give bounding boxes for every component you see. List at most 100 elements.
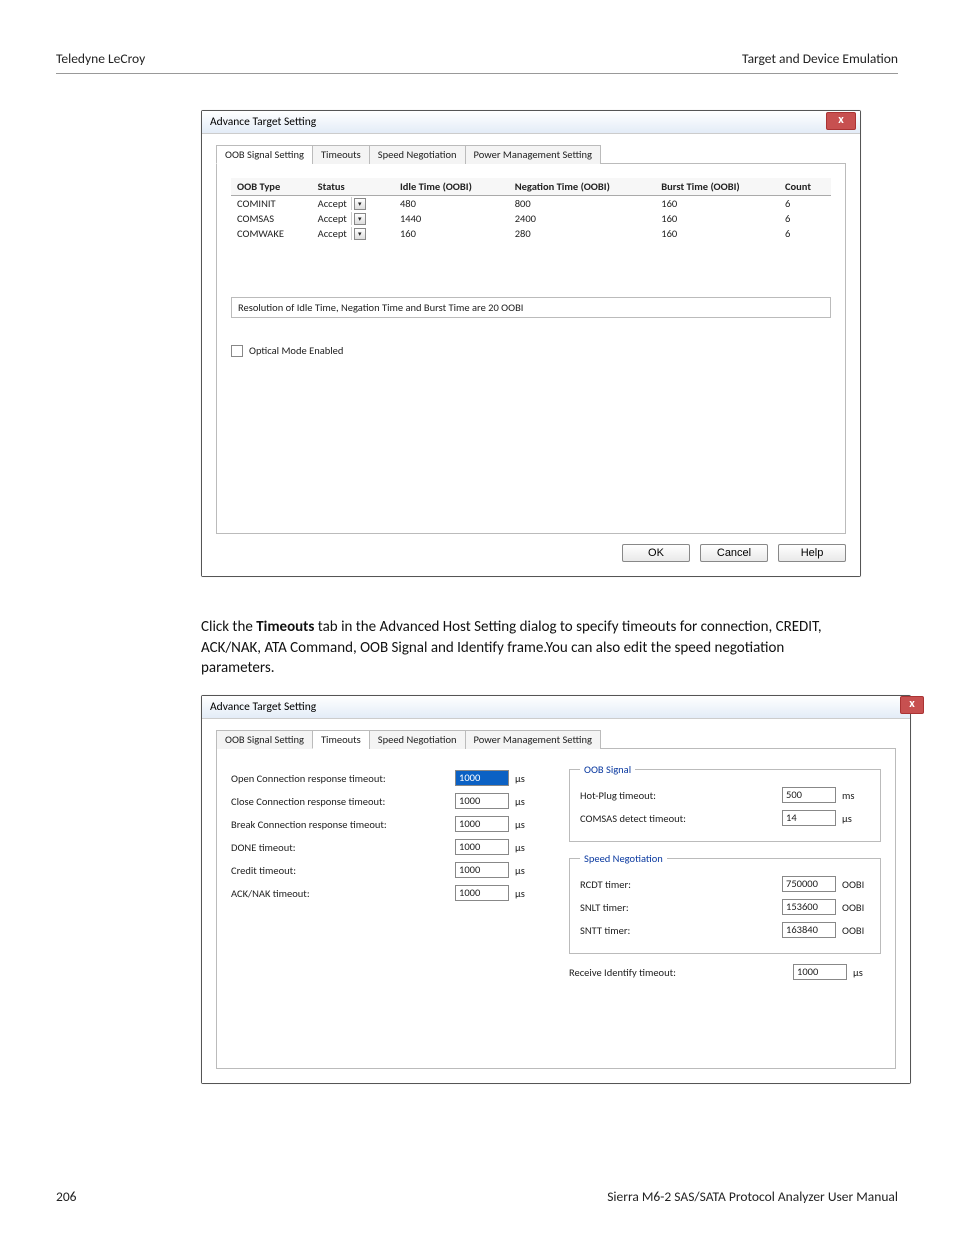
unit-label: ms [836,789,870,802]
chevron-down-icon[interactable]: ▾ [354,198,366,210]
titlebar: Advance Target Setting x [202,111,860,134]
ack-nak-timeout-input[interactable]: 1000 [455,885,509,901]
field-label: Close Connection response timeout: [231,795,455,808]
field-label: Break Connection response timeout: [231,818,455,831]
receive-identify-timeout-input[interactable]: 1000 [793,964,847,980]
field-label: DONE timeout: [231,841,455,854]
col-negation-time: Negation Time (OOBI) [509,178,656,196]
close-connection-timeout-input[interactable]: 1000 [455,793,509,809]
optical-mode-checkbox[interactable] [231,345,243,357]
field-label: SNLT timer: [580,901,782,914]
cell-count[interactable]: 6 [779,196,831,212]
table-row: COMINIT Accept ▾ 480 800 160 6 [231,196,831,212]
field-label: SNTT timer: [580,924,782,937]
col-idle-time: Idle Time (OOBI) [394,178,509,196]
break-connection-timeout-input[interactable]: 1000 [455,816,509,832]
titlebar: Advance Target Setting x [202,696,910,719]
tab-speed-negotiation[interactable]: Speed Negotiation [369,730,466,749]
field-label: Hot-Plug timeout: [580,789,782,802]
field-label: ACK/NAK timeout: [231,887,455,900]
status-select[interactable]: Accept ▾ [318,212,388,225]
page-number: 206 [56,1188,77,1205]
cell-burst[interactable]: 160 [655,196,779,212]
col-status: Status [312,178,394,196]
cell-burst[interactable]: 160 [655,226,779,241]
tabs: OOB Signal Setting Timeouts Speed Negoti… [216,729,896,749]
cell-idle[interactable]: 1440 [394,211,509,226]
cell-count[interactable]: 6 [779,226,831,241]
tab-power-management-setting[interactable]: Power Management Setting [465,730,601,749]
field-label: Open Connection response timeout: [231,772,455,785]
comsas-detect-timeout-input[interactable]: 14 [782,810,836,826]
cell-idle[interactable]: 480 [394,196,509,212]
cell-negation[interactable]: 2400 [509,211,656,226]
chevron-down-icon[interactable]: ▾ [354,228,366,240]
ok-button[interactable]: OK [622,544,690,562]
col-oob-type: OOB Type [231,178,312,196]
sntt-timer-input[interactable]: 163840 [782,922,836,938]
cancel-button[interactable]: Cancel [700,544,768,562]
cell-negation[interactable]: 800 [509,196,656,212]
dialog-title: Advance Target Setting [210,700,316,714]
cell-burst[interactable]: 160 [655,211,779,226]
unit-label: µs [836,812,870,825]
field-label: Credit timeout: [231,864,455,877]
cell-count[interactable]: 6 [779,211,831,226]
optical-mode-label: Optical Mode Enabled [249,344,343,357]
status-select[interactable]: Accept ▾ [318,227,388,240]
group-speed-negotiation: Speed Negotiation RCDT timer: 750000 OOB… [569,852,881,954]
tab-timeouts[interactable]: Timeouts [312,730,370,749]
body-paragraph: Click the Timeouts tab in the Advanced H… [201,617,861,679]
close-icon[interactable]: x [826,112,856,130]
tab-oob-signal-setting[interactable]: OOB Signal Setting [216,730,313,749]
unit-label: µs [509,795,543,808]
unit-label: OOBI [836,901,870,914]
cell-negation[interactable]: 280 [509,226,656,241]
close-icon[interactable]: x [900,696,924,714]
tabs: OOB Signal Setting Timeouts Speed Negoti… [216,144,846,164]
dialog-advance-target-setting-1: Advance Target Setting x OOB Signal Sett… [201,110,861,577]
group-legend: Speed Negotiation [580,852,667,865]
unit-label: µs [509,772,543,785]
hot-plug-timeout-input[interactable]: 500 [782,787,836,803]
col-count: Count [779,178,831,196]
credit-timeout-input[interactable]: 1000 [455,862,509,878]
unit-label: OOBI [836,878,870,891]
field-label: RCDT timer: [580,878,782,891]
cell-type: COMSAS [231,211,312,226]
tab-power-management-setting[interactable]: Power Management Setting [465,145,601,164]
unit-label: µs [509,818,543,831]
unit-label: OOBI [836,924,870,937]
tab-timeouts[interactable]: Timeouts [312,145,370,164]
unit-label: µs [847,966,881,979]
cell-type: COMINIT [231,196,312,212]
tab-speed-negotiation[interactable]: Speed Negotiation [369,145,466,164]
status-select[interactable]: Accept ▾ [318,197,388,210]
chevron-down-icon[interactable]: ▾ [354,213,366,225]
header-rule [56,73,898,74]
left-column: Open Connection response timeout: 1000 µ… [231,763,543,987]
table-row: COMWAKE Accept ▾ 160 280 160 6 [231,226,831,241]
cell-idle[interactable]: 160 [394,226,509,241]
right-column: OOB Signal Hot-Plug timeout: 500 ms COMS… [569,763,881,987]
field-label: Receive Identify timeout: [569,966,793,979]
resolution-note: Resolution of Idle Time, Negation Time a… [231,297,831,318]
table-row: COMSAS Accept ▾ 1440 2400 160 6 [231,211,831,226]
cell-type: COMWAKE [231,226,312,241]
help-button[interactable]: Help [778,544,846,562]
done-timeout-input[interactable]: 1000 [455,839,509,855]
field-label: COMSAS detect timeout: [580,812,782,825]
group-legend: OOB Signal [580,763,635,776]
tab-oob-signal-setting[interactable]: OOB Signal Setting [216,145,313,164]
unit-label: µs [509,864,543,877]
snlt-timer-input[interactable]: 153600 [782,899,836,915]
header-right: Target and Device Emulation [742,50,898,67]
footer-title: Sierra M6-2 SAS/SATA Protocol Analyzer U… [607,1188,898,1205]
header-left: Teledyne LeCroy [56,50,145,67]
rcdt-timer-input[interactable]: 750000 [782,876,836,892]
col-burst-time: Burst Time (OOBI) [655,178,779,196]
dialog-advance-target-setting-2: Advance Target Setting x OOB Signal Sett… [201,695,911,1084]
open-connection-timeout-input[interactable]: 1000 [455,770,509,786]
group-oob-signal: OOB Signal Hot-Plug timeout: 500 ms COMS… [569,763,881,842]
unit-label: µs [509,887,543,900]
